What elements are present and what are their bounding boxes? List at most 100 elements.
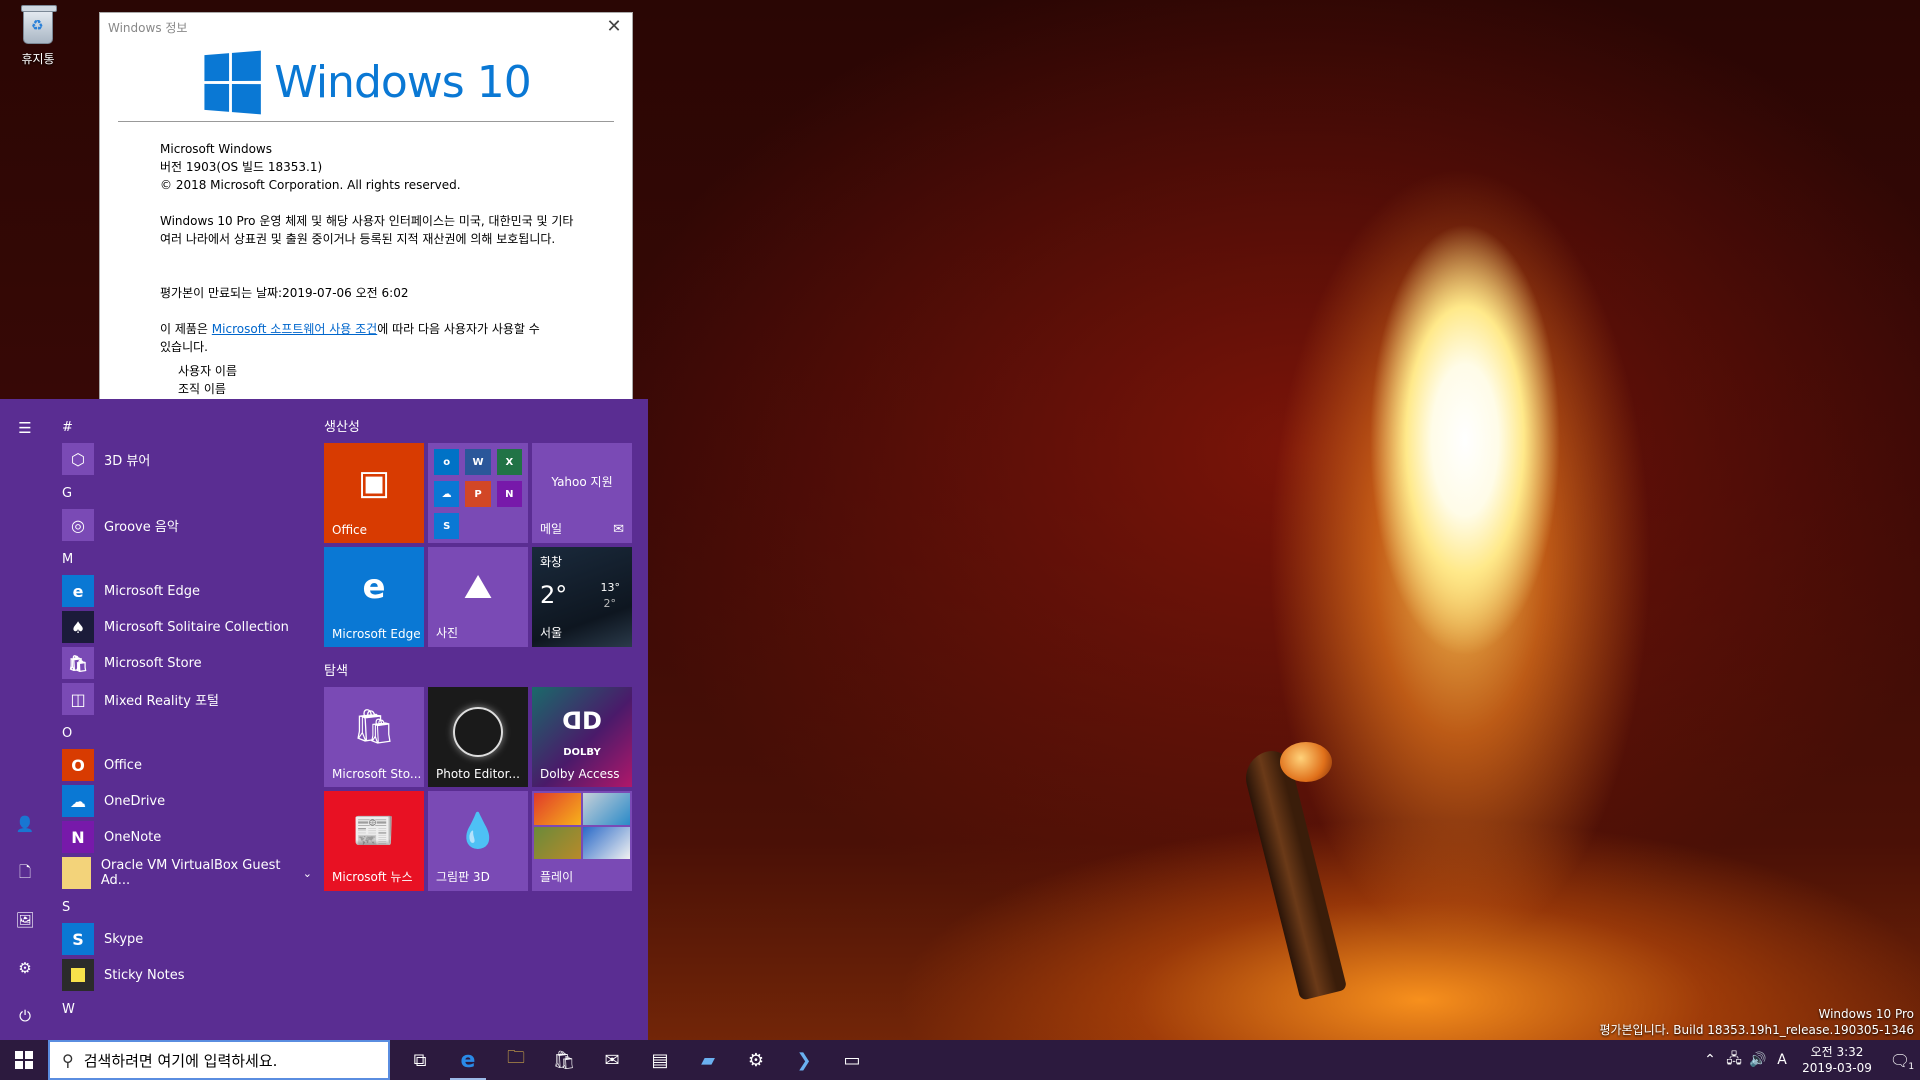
list-item-solitaire[interactable]: ♠ Microsoft Solitaire Collection (62, 609, 312, 645)
taskbar-file-explorer[interactable]: 🗀 (492, 1040, 540, 1080)
list-item-onedrive[interactable]: ☁ OneDrive (62, 783, 312, 819)
list-item-office[interactable]: O Office (62, 747, 312, 783)
mixed-reality-headset-icon: ◫ (62, 683, 94, 715)
org-name: 조직 이름 (178, 382, 226, 396)
copyright-text: © 2018 Microsoft Corporation. All rights… (160, 178, 461, 192)
chevron-down-icon[interactable]: ⌄ (303, 867, 312, 880)
recycle-bin-desktop-icon[interactable]: 휴지통 (14, 5, 62, 67)
documents-icon[interactable]: 🗋 (14, 861, 36, 883)
tile-weather[interactable]: 화창 2° 13° 2° 서울 (532, 547, 632, 647)
tile-dolby[interactable]: ᗡᗞ DOLBY Dolby Access (532, 687, 632, 787)
tile-store[interactable]: 🛍 Microsoft Sto... (324, 687, 424, 787)
list-item-store[interactable]: 🛍 Microsoft Store (62, 645, 312, 681)
tile-office[interactable]: ▣ Office (324, 443, 424, 543)
solitaire-cards-icon: ♠ (62, 611, 94, 643)
edge-icon: e (460, 1047, 476, 1073)
mail-icon: ✉ (604, 1049, 620, 1071)
taskbar-remote-app[interactable]: ▰ (684, 1040, 732, 1080)
close-button[interactable]: ✕ (602, 15, 626, 39)
tile-label: Microsoft Sto... (332, 767, 422, 781)
windows-logo-icon (15, 1051, 33, 1069)
chevron-up-icon[interactable]: ⌃ (1698, 1052, 1722, 1068)
app-label: Office (104, 757, 142, 773)
hamburger-menu-icon[interactable]: ☰ (14, 417, 36, 439)
tile-play-folder[interactable]: 플레이 (532, 791, 632, 891)
remote-desktop-icon: ▰ (701, 1049, 715, 1071)
tile-paint3d[interactable]: 💧 그림판 3D (428, 791, 528, 891)
candle-wick (1240, 746, 1348, 1001)
tile-photo-editor[interactable]: Photo Editor... (428, 687, 528, 787)
user-name: 사용자 이름 (178, 364, 238, 378)
group-header-o[interactable]: O (62, 723, 312, 745)
app-label: Microsoft Solitaire Collection (104, 619, 289, 635)
settings-icon[interactable]: ⚙ (14, 957, 36, 979)
sticky-notes-icon (62, 959, 94, 991)
list-item-skype[interactable]: S Skype (62, 921, 312, 957)
list-item-virtualbox[interactable]: Oracle VM VirtualBox Guest Ad... ⌄ (62, 855, 312, 891)
evaluation-watermark: Windows 10 Pro 평가본입니다. Build 18353.19h1_… (1599, 1006, 1914, 1038)
news-icon: 📰 (352, 811, 396, 851)
tile-label: 메일 (540, 522, 563, 536)
store-bag-icon: 🛍 (552, 1049, 576, 1071)
group-header-w[interactable]: W (62, 999, 312, 1021)
taskbar-edge[interactable]: e (444, 1040, 492, 1080)
app-label: Microsoft Edge (104, 583, 201, 599)
group-title-explore[interactable]: 탐색 (324, 661, 636, 683)
puzzle-game-icon (583, 827, 630, 859)
tile-news[interactable]: 📰 Microsoft 뉴스 (324, 791, 424, 891)
list-item-edge[interactable]: e Microsoft Edge (62, 573, 312, 609)
start-button[interactable] (0, 1040, 48, 1080)
volume-icon[interactable]: 🔊 (1746, 1052, 1770, 1068)
taskbar-store[interactable]: 🛍 (540, 1040, 588, 1080)
list-item-3d-viewer[interactable]: ⬡ 3D 뷰어 (62, 441, 312, 477)
pictures-icon[interactable]: 🖼 (14, 909, 36, 931)
ime-indicator[interactable]: A (1770, 1052, 1794, 1068)
taskbar-settings[interactable]: ⚙ (732, 1040, 780, 1080)
tile-photos[interactable]: ⛰ 사진 (428, 547, 528, 647)
list-item-mixed-reality[interactable]: ◫ Mixed Reality 포털 (62, 681, 312, 717)
tile-label: 서울 (540, 626, 563, 640)
skype-icon: S (434, 513, 460, 539)
product-name: Microsoft Windows (160, 142, 272, 156)
dialog-titlebar: Windows 정보 (100, 13, 632, 41)
group-header-s[interactable]: S (62, 897, 312, 919)
group-header-m[interactable]: M (62, 549, 312, 571)
game-thumbnails (532, 791, 632, 861)
clock[interactable]: 오전 3:32 2019-03-09 (1800, 1044, 1874, 1076)
group-title-productivity[interactable]: 생산성 (324, 417, 636, 439)
onedrive-cloud-icon: ☁ (62, 785, 94, 817)
folder-icon: 🗀 (507, 1047, 525, 1068)
network-icon[interactable]: 🖧 (1722, 1048, 1746, 1072)
store-bag-icon: 🛍 (62, 647, 94, 679)
group-header-g[interactable]: G (62, 483, 312, 505)
dialog-title: Windows 정보 (108, 20, 188, 35)
user-account-icon[interactable]: 👤 (14, 813, 36, 835)
tile-edge[interactable]: e Microsoft Edge (324, 547, 424, 647)
task-view-button[interactable]: ⧉ (396, 1040, 444, 1080)
notification-icon: 🗨 1 (1889, 1050, 1915, 1072)
taskbar-mail[interactable]: ✉ (588, 1040, 636, 1080)
action-center-button[interactable]: 🗨 1 (1880, 1040, 1920, 1080)
version-text: 버전 1903(OS 빌드 18353.1) (160, 160, 323, 174)
tile-mail[interactable]: Yahoo 지원 메일 ✉ (532, 443, 632, 543)
list-item-groove[interactable]: ◎ Groove 음악 (62, 507, 312, 543)
dialog-body: Microsoft Windows 버전 1903(OS 빌드 18353.1)… (100, 122, 632, 398)
taskbar-command-prompt[interactable]: ▭ (828, 1040, 876, 1080)
tile-office-apps-folder[interactable]: o W X ☁ P N S (428, 443, 528, 543)
dolby-wordmark: DOLBY (563, 747, 601, 758)
edge-icon: e (362, 567, 386, 607)
ring-icon (453, 707, 503, 757)
search-box[interactable]: ⚲ 검색하려면 여기에 입력하세요. (48, 1040, 390, 1080)
list-item-onenote[interactable]: N OneNote (62, 819, 312, 855)
start-rail: ☰ 👤 🗋 🖼 ⚙ ⏻ (0, 399, 48, 1041)
license-terms-link[interactable]: Microsoft 소프트웨어 사용 조건 (212, 322, 377, 336)
onenote-icon: N (496, 481, 522, 507)
system-tray: ⌃ 🖧 🔊 A 오전 3:32 2019-03-09 🗨 1 (1698, 1040, 1920, 1080)
group-header-hash[interactable]: # (62, 417, 312, 439)
app-label: Groove 음악 (104, 519, 179, 535)
list-item-sticky-notes[interactable]: Sticky Notes (62, 957, 312, 993)
taskbar-winver[interactable]: ▤ (636, 1040, 684, 1080)
taskbar-powershell[interactable]: ❯ (780, 1040, 828, 1080)
power-icon[interactable]: ⏻ (14, 1005, 36, 1027)
weather-condition: 화창 (540, 555, 563, 569)
